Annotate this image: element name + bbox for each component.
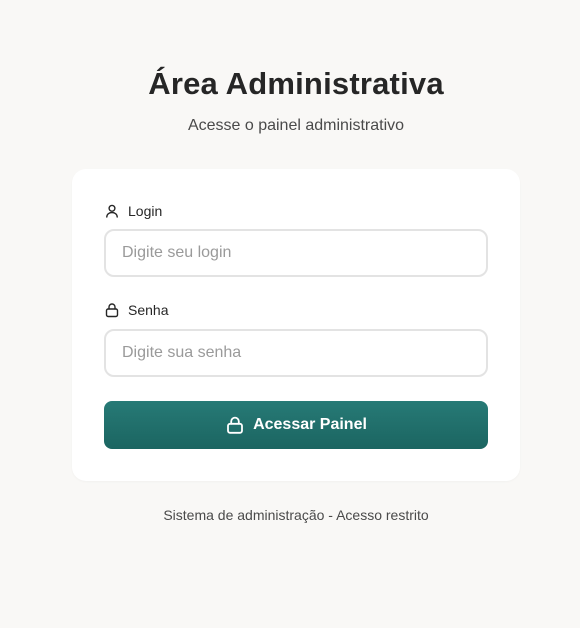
login-label-text: Login	[128, 203, 163, 219]
password-label-text: Senha	[128, 302, 169, 318]
password-input[interactable]	[104, 329, 488, 377]
lock-icon	[104, 302, 120, 318]
access-panel-button[interactable]: Acessar Painel	[104, 401, 488, 449]
login-page: Área Administrativa Acesse o painel admi…	[0, 0, 580, 628]
password-label: Senha	[104, 302, 168, 318]
user-icon	[104, 203, 120, 219]
login-card: Login Senha Acessar Painel	[72, 169, 520, 481]
footer-note: Sistema de administração - Acesso restri…	[163, 507, 429, 523]
access-panel-button-label: Acessar Painel	[253, 416, 367, 433]
login-label: Login	[104, 203, 162, 219]
login-input[interactable]	[104, 229, 488, 277]
page-subtitle: Acesse o painel administrativo	[187, 117, 405, 134]
page-title: Área Administrativa	[148, 66, 444, 101]
lock-icon	[225, 415, 245, 435]
